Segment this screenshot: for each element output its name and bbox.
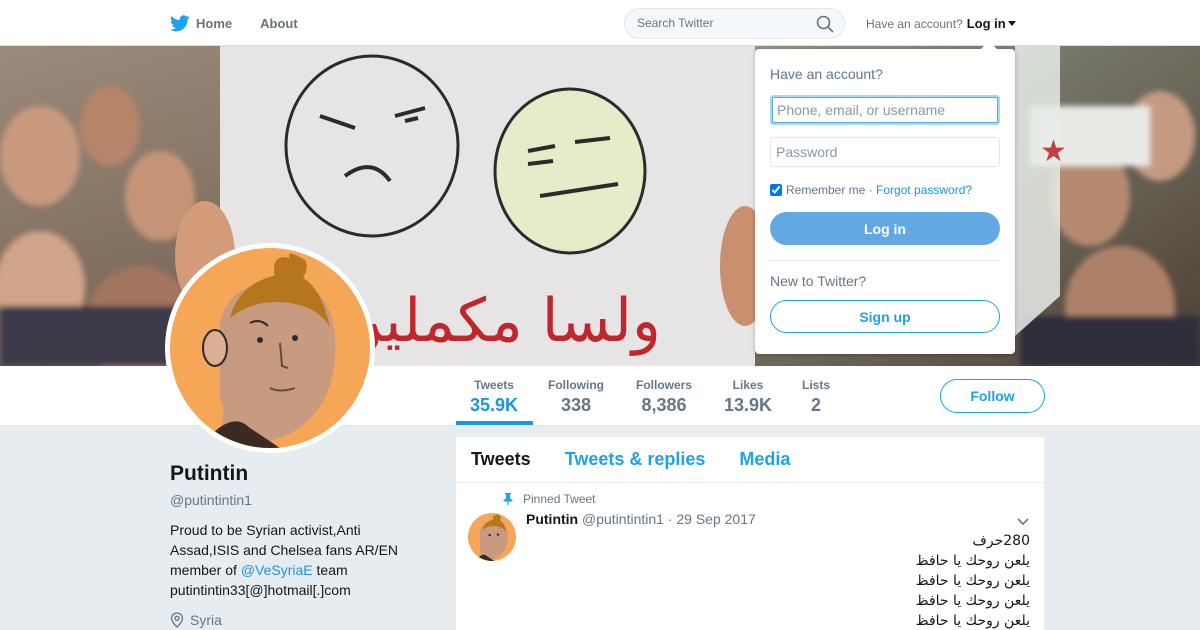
tweet-options-chevron-icon[interactable] xyxy=(1016,517,1030,527)
login-toggle[interactable]: Log in xyxy=(967,16,1006,31)
tab-media[interactable]: Media xyxy=(739,449,790,470)
stat-followers-label: Followers xyxy=(636,378,693,392)
avatar-image xyxy=(170,248,370,448)
caret-down-icon[interactable] xyxy=(1007,21,1016,26)
tweet-date[interactable]: · 29 Sep 2017 xyxy=(668,511,756,527)
active-stat-underline xyxy=(456,421,533,425)
nav-about-label: About xyxy=(260,15,298,31)
nav-home-label: Home xyxy=(196,15,233,31)
banner-sign-text: ولسا مكملين xyxy=(339,286,661,356)
stat-tweets-value: 35.9K xyxy=(470,395,519,415)
account-prompt: Have an account? xyxy=(866,16,963,31)
stat-lists-label: Lists xyxy=(802,378,831,392)
stat-lists-value: 2 xyxy=(811,395,822,415)
profile-name[interactable]: Putintin xyxy=(170,462,440,486)
profile-card: Putintin @putintintin1 Proud to be Syria… xyxy=(170,462,440,628)
forgot-password-link[interactable]: Forgot password? xyxy=(876,183,972,197)
bio-mention-link[interactable]: @VeSyriaE xyxy=(241,562,313,578)
profile-handle[interactable]: @putintintin1 xyxy=(170,492,440,508)
svg-text:★: ★ xyxy=(1040,135,1067,168)
tab-tweets[interactable]: Tweets xyxy=(471,449,531,470)
nav-left: Home About xyxy=(170,0,326,46)
stat-tweets-label: Tweets xyxy=(474,378,514,392)
stat-likes[interactable]: Likes 13.9K xyxy=(724,378,772,416)
dropdown-divider xyxy=(770,260,1000,261)
remember-separator: · xyxy=(865,183,877,197)
follow-button[interactable]: Follow xyxy=(940,379,1045,413)
nav-home[interactable]: Home xyxy=(170,14,233,32)
tweet-avatar[interactable] xyxy=(468,513,516,561)
location-text: Syria xyxy=(190,612,222,628)
stat-tweets[interactable]: Tweets 35.9K xyxy=(470,378,518,416)
tweet-header: Putintin @putintintin1 · 29 Sep 2017 xyxy=(526,511,756,527)
stat-following-value: 338 xyxy=(560,395,592,415)
stat-followers[interactable]: Followers 8,386 xyxy=(636,378,692,416)
twitter-bird-icon xyxy=(170,14,190,31)
timeline: Tweets Tweets & replies Media Pinned Twe… xyxy=(456,437,1044,630)
tweet-line: يلعن روحك يا حافظ xyxy=(915,613,1030,629)
timeline-tabs: Tweets Tweets & replies Media xyxy=(456,437,1044,483)
remember-me-checkbox[interactable] xyxy=(770,184,782,196)
login-dropdown: Have an account? Remember me · Forgot pa… xyxy=(755,41,1015,354)
remember-row: Remember me · Forgot password? xyxy=(770,183,972,197)
search-input[interactable] xyxy=(637,16,807,30)
login-dropdown-title: Have an account? xyxy=(770,66,883,82)
signup-button[interactable]: Sign up xyxy=(770,300,1000,333)
tweet-line: يلعن روحك يا حافظ xyxy=(915,573,1030,589)
pinned-text: Pinned Tweet xyxy=(523,492,596,506)
search-box[interactable] xyxy=(624,8,845,39)
username-field[interactable] xyxy=(770,95,1000,125)
tweet-line: يلعن روحك يا حافظ xyxy=(915,593,1030,609)
top-navigation-bar: Home About Have an account? Log in xyxy=(0,0,1200,46)
stat-following-label: Following xyxy=(548,378,604,392)
tweet-author-name[interactable]: Putintin xyxy=(526,511,578,527)
remember-me-label[interactable]: Remember me xyxy=(786,183,865,197)
stat-lists[interactable]: Lists 2 xyxy=(802,378,830,416)
tweet-line: يلعن روحك يا حافظ xyxy=(915,553,1030,569)
pin-icon xyxy=(503,493,513,505)
profile-location: Syria xyxy=(170,612,440,628)
stat-following[interactable]: Following 338 xyxy=(548,378,604,416)
stat-likes-value: 13.9K xyxy=(724,395,773,415)
pinned-label: Pinned Tweet xyxy=(503,492,596,506)
location-pin-icon xyxy=(170,612,184,628)
stat-likes-label: Likes xyxy=(732,378,764,392)
tweet-text: 280حرف يلعن روحك يا حافظ يلعن روحك يا حا… xyxy=(916,531,1030,630)
search-icon[interactable] xyxy=(816,15,834,33)
tweet-line: 280حرف xyxy=(972,533,1030,549)
password-field[interactable] xyxy=(770,137,1000,167)
login-button[interactable]: Log in xyxy=(770,212,1000,245)
nav-about[interactable]: About xyxy=(260,16,298,31)
profile-bio: Proud to be Syrian activist,Anti Assad,I… xyxy=(170,520,410,600)
tab-tweets-replies[interactable]: Tweets & replies xyxy=(565,449,706,470)
profile-avatar[interactable] xyxy=(165,243,375,453)
stat-followers-value: 8,386 xyxy=(641,395,687,415)
tweet-avatar-image xyxy=(468,513,516,561)
new-to-twitter-text: New to Twitter? xyxy=(770,273,867,289)
tweet-author-handle[interactable]: @putintintin1 xyxy=(582,511,664,527)
account-toggle: Have an account? Log in xyxy=(866,16,1016,31)
